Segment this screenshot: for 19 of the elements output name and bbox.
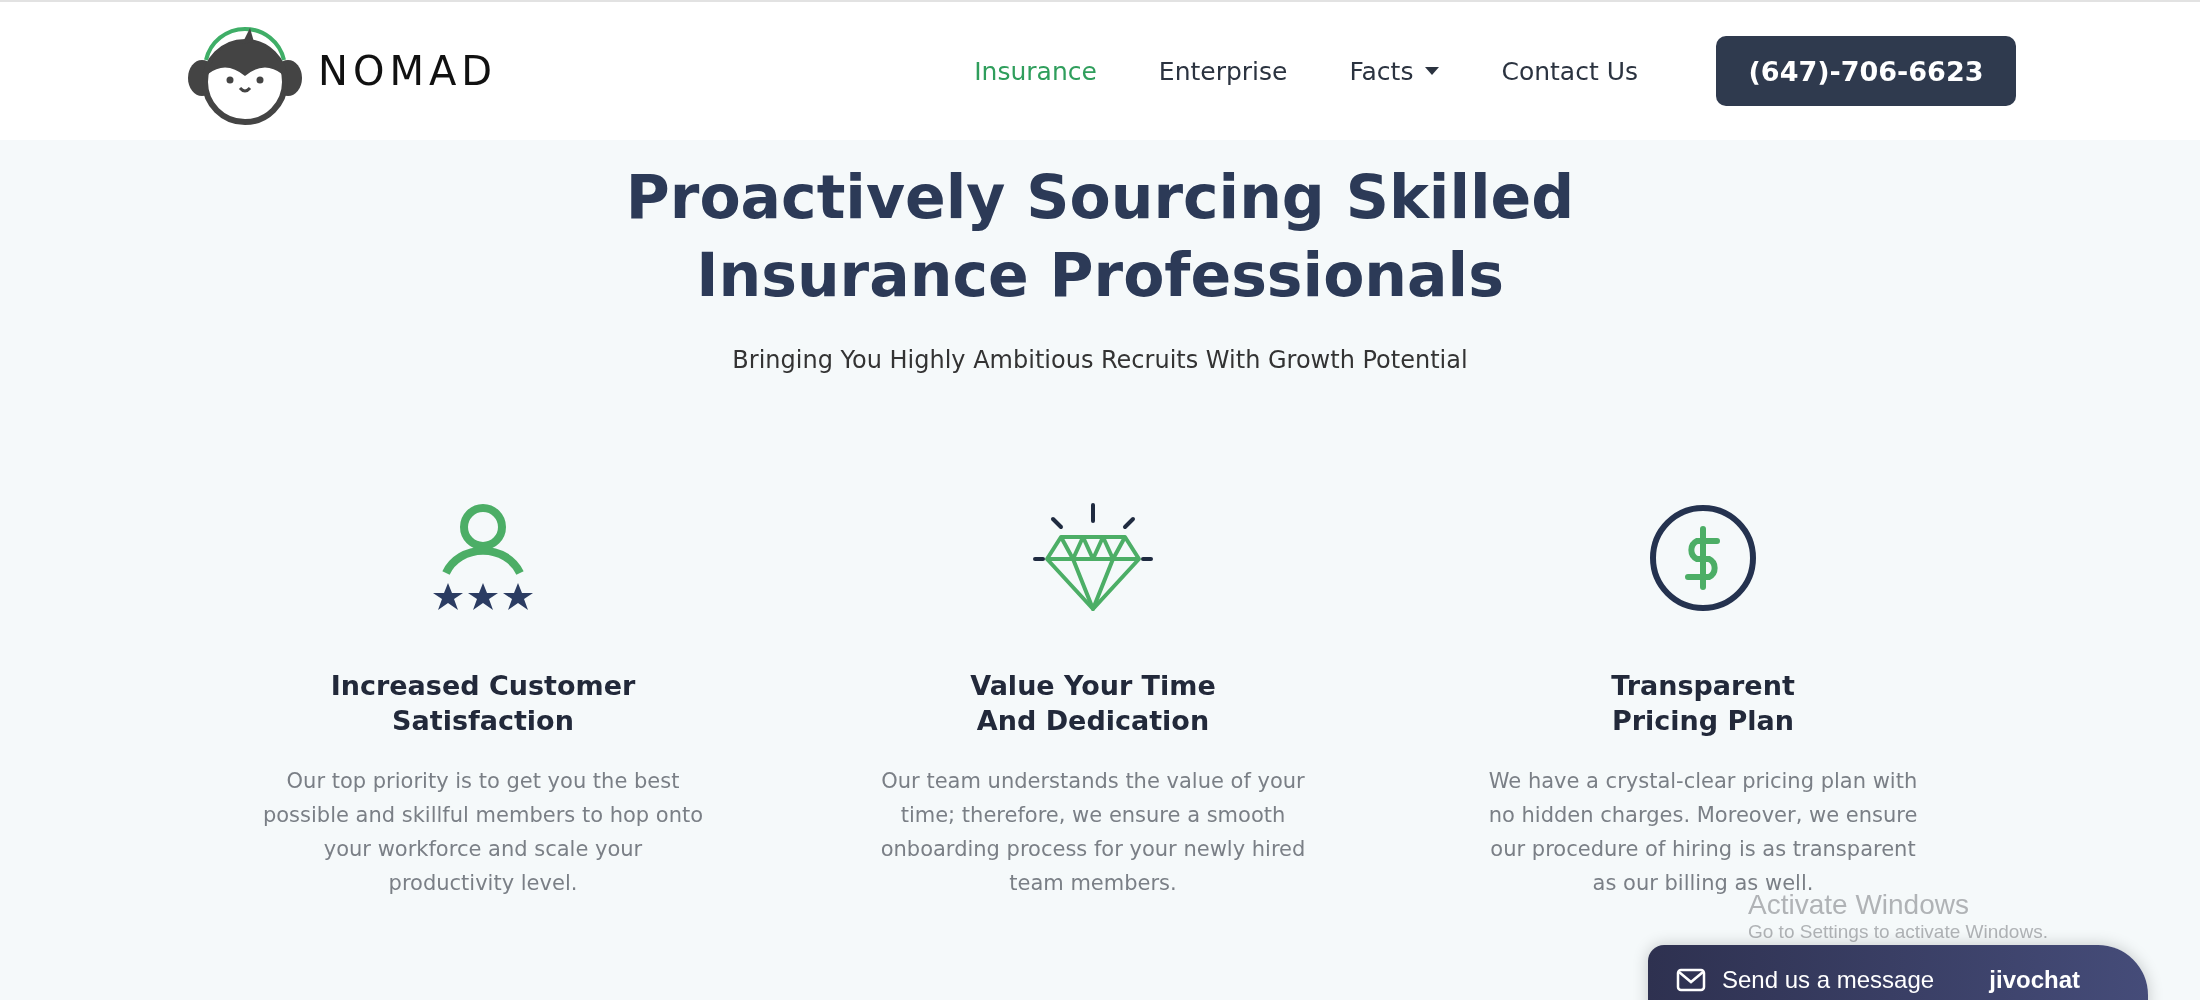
feature-description: Our top priority is to get you the best possible and skillful members to hop onto your workforce and scale your productivity level. <box>262 768 704 897</box>
nav-link[interactable]: Enterprise <box>1158 56 1288 86</box>
nav-link[interactable]: Contact Us <box>1501 56 1638 86</box>
hero-subtitle: Bringing You Highly Ambitious Recruits With Growth Potential <box>732 346 1468 374</box>
chat-brand: jivochat <box>1989 966 2080 994</box>
dollar-coin-icon <box>1648 503 1758 613</box>
activation-notice-text: Go to Settings to activate Windows. <box>1748 921 2048 943</box>
chat-label: Send us a message <box>1722 966 1935 994</box>
nav-link[interactable]: Facts <box>1349 56 1440 86</box>
feature-title: Value Your Time And Dedication <box>970 669 1216 738</box>
feature-title: Transparent Pricing Plan <box>1611 669 1795 738</box>
phone-button[interactable]: (647)-706-6623 <box>1716 36 2016 106</box>
envelope-icon <box>1676 968 1706 992</box>
chat-widget[interactable]: Send us a message jivochat <box>1648 945 2148 1000</box>
hero-title: Proactively Sourcing Skilled Insurance Professionals <box>625 161 1575 312</box>
feature-description: Our team understands the value of your time; therefore, we ensure a smooth onboarding process for your newly hired team members. <box>880 768 1306 897</box>
diamond-icon <box>1033 503 1153 613</box>
feature-title: Increased Customer Satisfaction <box>330 669 636 738</box>
brand-name: NOMAD <box>318 48 498 94</box>
